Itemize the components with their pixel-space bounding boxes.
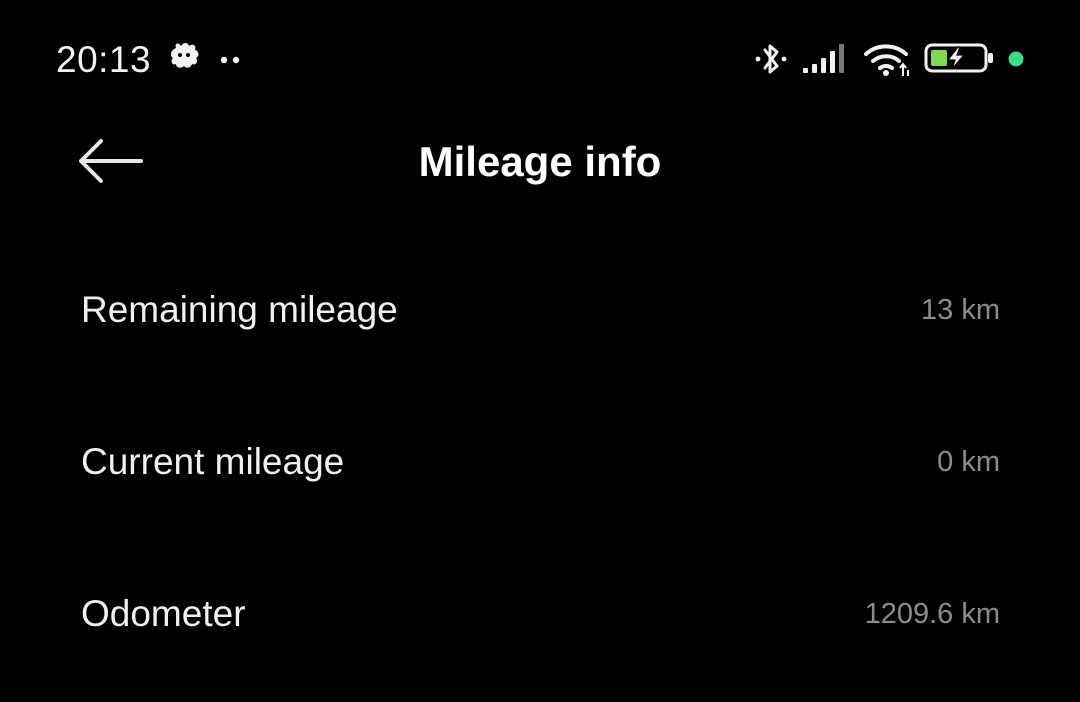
row-label: Current mileage (81, 441, 345, 482)
row-label: Remaining mileage (81, 289, 398, 330)
bug-notification-icon (166, 40, 204, 81)
more-notifications-dots-icon (220, 52, 242, 70)
page-title: Mileage info (418, 138, 662, 185)
row-label: Odometer (81, 593, 246, 634)
wifi-icon (862, 40, 912, 83)
info-row-current-mileage: Current mileage 0 km (0, 386, 1080, 538)
info-row-remaining-mileage: Remaining mileage 13 km (0, 234, 1080, 386)
row-value: 1209.6 km (864, 598, 1000, 630)
cellular-signal-icon (802, 42, 852, 79)
status-bar: 20:13 (0, 0, 1080, 120)
info-row-odometer: Odometer 1209.6 km (0, 538, 1080, 690)
row-value: 13 km (921, 294, 1000, 326)
bluetooth-icon (753, 40, 789, 83)
battery-charging-icon (924, 42, 996, 79)
status-time: 20:13 (56, 39, 152, 80)
row-value: 0 km (937, 446, 1000, 478)
status-dot-icon (1008, 51, 1024, 72)
